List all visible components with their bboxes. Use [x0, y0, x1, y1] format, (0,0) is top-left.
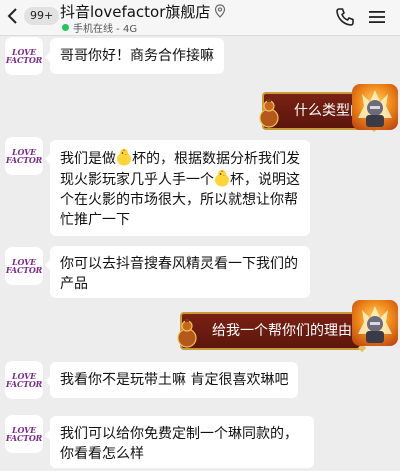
message-text-part: 我们是做: [60, 151, 116, 167]
back-arrow-icon: [7, 8, 17, 24]
message-bubble-incoming[interactable]: 我们可以给你免费定制一个琳同款的，你看看怎么样: [45, 416, 314, 468]
avatar-logo-line2: FACTOR: [5, 265, 43, 275]
message-bubble-incoming[interactable]: 你可以去抖音搜春风精灵看一下我们的产品: [45, 246, 310, 298]
message-text: 给我一个帮你们的理由: [212, 323, 352, 339]
message-text: 你可以去抖音搜春风精灵看一下我们的产品: [60, 256, 298, 292]
contact-avatar[interactable]: LOVE FACTOR: [4, 36, 44, 76]
avatar-logo-line2: FACTOR: [5, 379, 43, 389]
chick-emoji-icon: [117, 148, 131, 166]
message-bubble-incoming[interactable]: 哥哥你好！商务合作接嘛: [45, 38, 224, 74]
message-bubble-incoming[interactable]: 我看你不是玩带土嘛 肯定很喜欢琳吧: [44, 362, 299, 398]
contact-avatar[interactable]: LOVE FACTOR: [4, 136, 44, 176]
message-text: 哥哥你好！商务合作接嘛: [60, 48, 214, 64]
message-text: 我们可以给你免费定制一个琳同款的，你看看怎么样: [60, 426, 298, 462]
avatar-logo-line2: FACTOR: [5, 433, 43, 443]
contact-avatar[interactable]: LOVE FACTOR: [4, 246, 44, 286]
more-menu-button[interactable]: [366, 6, 388, 28]
back-button[interactable]: [0, 2, 24, 30]
my-avatar[interactable]: [352, 300, 398, 346]
online-status: 手机在线 - 4G: [62, 20, 138, 35]
chat-title-row[interactable]: 抖音lovefactor旗舰店: [60, 1, 226, 21]
avatar-logo-line2: FACTOR: [5, 55, 43, 65]
message-bubble-outgoing[interactable]: 给我一个帮你们的理由: [177, 309, 367, 353]
gourd-decoration-icon: [259, 99, 279, 128]
my-avatar[interactable]: [352, 84, 398, 130]
phone-icon: [336, 8, 354, 26]
character-avatar-icon: [358, 90, 392, 127]
message-bubble-incoming[interactable]: 我们是做 杯的，根据数据分析我们发现火影玩家几乎人手一个 杯，说明这个在火影的市…: [45, 140, 310, 236]
chat-title: 抖音lovefactor旗舰店: [60, 2, 211, 21]
unread-badge[interactable]: 99+: [24, 7, 60, 25]
gourd-decoration-icon: [177, 319, 197, 348]
contact-avatar[interactable]: LOVE FACTOR: [4, 360, 44, 400]
character-avatar-icon: [358, 306, 392, 343]
call-button[interactable]: [334, 6, 356, 28]
message-text: 我看你不是玩带土嘛 肯定很喜欢琳吧: [60, 372, 289, 388]
online-dot: [62, 23, 69, 31]
online-status-text: 手机在线 - 4G: [73, 23, 138, 35]
location-pin-icon: [215, 4, 226, 18]
chick-emoji-icon: [215, 169, 229, 187]
menu-icon: [369, 11, 385, 23]
contact-avatar[interactable]: LOVE FACTOR: [4, 414, 44, 454]
avatar-logo-line2: FACTOR: [5, 155, 43, 165]
chat-header: 99+ 抖音lovefactor旗舰店 手机在线 - 4G: [0, 0, 400, 36]
